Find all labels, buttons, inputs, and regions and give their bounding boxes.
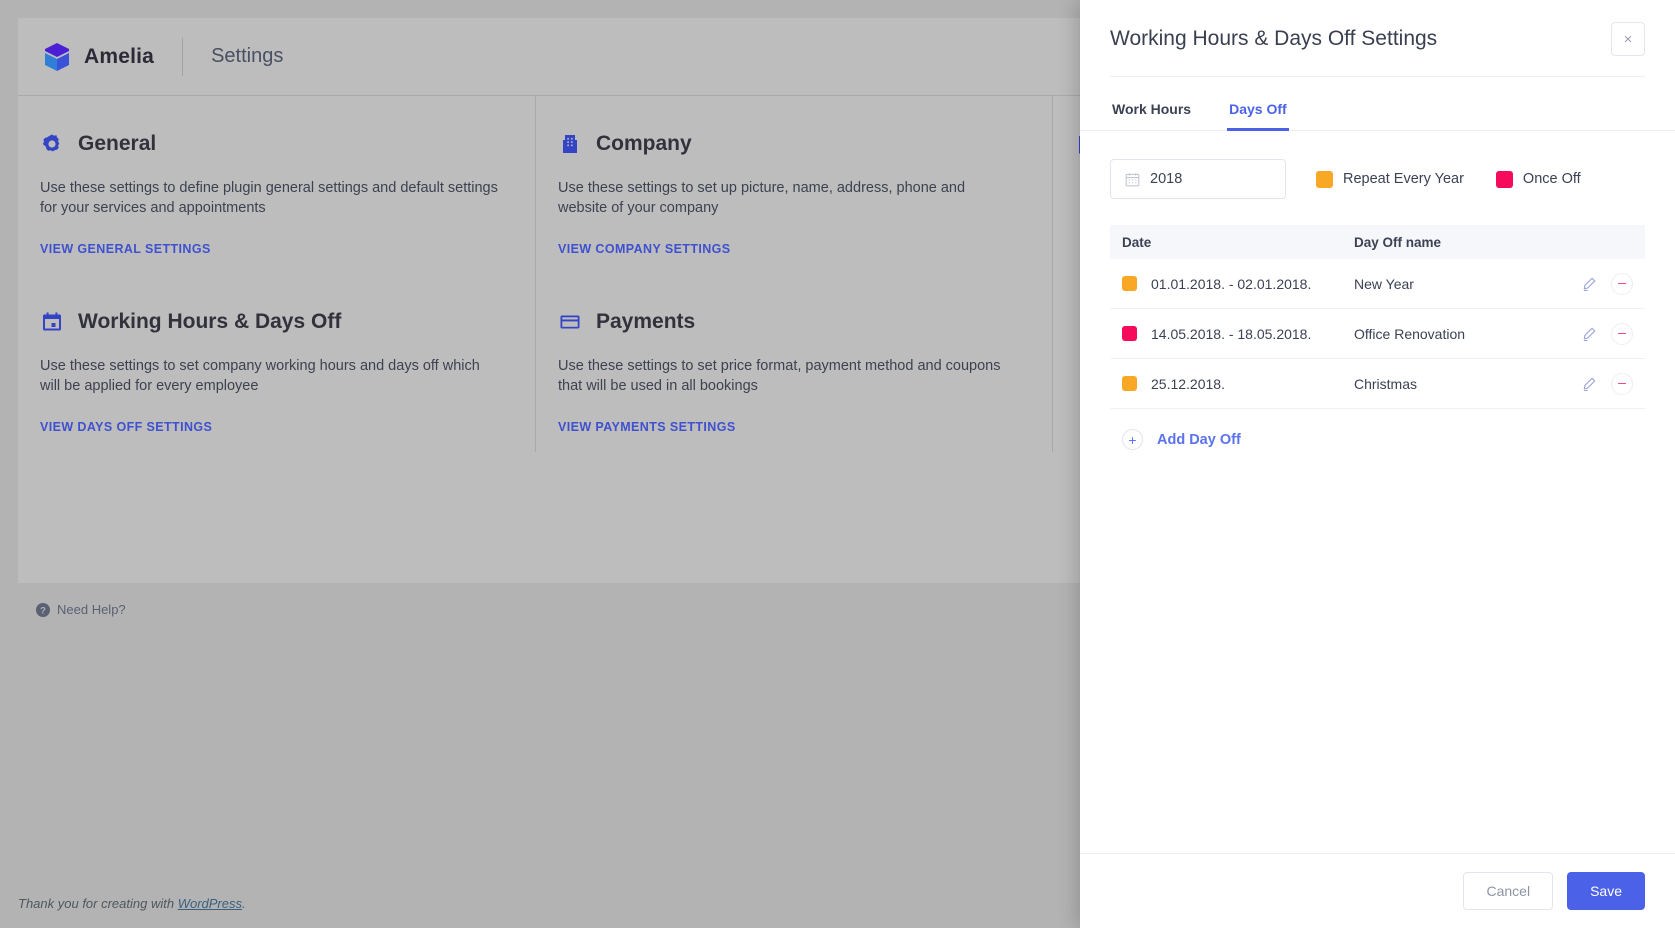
- panel-header-row: Working Hours & Days Off Settings ×: [1110, 22, 1645, 56]
- days-off-table: Date Day Off name 01.01.2018. - 02.01.20…: [1110, 225, 1645, 450]
- card-description: Use these settings to set up picture, na…: [558, 180, 966, 216]
- calendar-icon: [40, 310, 64, 334]
- edit-pencil-icon[interactable]: [1579, 374, 1599, 394]
- wordpress-link[interactable]: WordPress: [178, 896, 242, 911]
- settings-card-payments[interactable]: Payments Use these settings to set price…: [535, 274, 1052, 452]
- plus-icon: +: [1122, 429, 1143, 450]
- amelia-cube-icon: [42, 41, 72, 73]
- panel-header: Working Hours & Days Off Settings ×: [1080, 0, 1675, 77]
- legend-label-repeat: Repeat Every Year: [1343, 171, 1464, 187]
- panel-divider: [1110, 76, 1645, 77]
- tab-work-hours[interactable]: Work Hours: [1110, 87, 1193, 131]
- table-row[interactable]: 14.05.2018. - 18.05.2018. Office Renovat…: [1110, 309, 1645, 359]
- legend-swatch-once-off: [1495, 170, 1513, 188]
- cell-date: 25.12.2018.: [1122, 376, 1354, 392]
- gear-icon: [40, 132, 64, 156]
- year-value: 2018: [1150, 171, 1183, 187]
- column-header-day-off-name: Day Off name: [1354, 234, 1442, 250]
- save-button[interactable]: Save: [1567, 872, 1645, 910]
- card-title: Company: [596, 132, 692, 155]
- card-title: Payments: [596, 310, 696, 333]
- credit-prefix: Thank you for creating with: [18, 896, 178, 911]
- legend-label-once-off: Once Off: [1522, 171, 1581, 187]
- table-row[interactable]: 01.01.2018. - 02.01.2018. New Year: [1110, 259, 1645, 309]
- tab-days-off[interactable]: Days Off: [1227, 87, 1289, 131]
- day-off-color-swatch: [1122, 276, 1137, 291]
- column-header-date: Date: [1122, 234, 1152, 250]
- row-actions: [1579, 272, 1633, 295]
- card-description: Use these settings to define plugin gene…: [40, 180, 498, 216]
- date-text: 25.12.2018.: [1151, 375, 1225, 392]
- panel-footer: Cancel Save: [1080, 853, 1675, 928]
- view-company-settings-link[interactable]: VIEW COMPANY SETTINGS: [558, 242, 731, 256]
- row-actions: [1579, 372, 1633, 395]
- cancel-button[interactable]: Cancel: [1463, 872, 1554, 910]
- wordpress-credit: Thank you for creating with WordPress.: [18, 896, 246, 911]
- panel-title: Working Hours & Days Off Settings: [1110, 27, 1438, 50]
- need-help-label: Need Help?: [57, 602, 126, 617]
- card-header: Company: [558, 132, 1018, 156]
- edit-pencil-icon[interactable]: [1579, 274, 1599, 294]
- cell-date: 14.05.2018. - 18.05.2018.: [1122, 326, 1354, 342]
- brand-name: Amelia: [84, 44, 155, 68]
- settings-card-company[interactable]: Company Use these settings to set up pic…: [535, 96, 1052, 274]
- edit-pencil-icon[interactable]: [1579, 324, 1599, 344]
- calendar-icon: [1125, 172, 1140, 187]
- delete-minus-icon[interactable]: [1611, 372, 1633, 395]
- day-off-color-swatch: [1122, 326, 1137, 341]
- legend-once-off: Once Off: [1495, 170, 1581, 188]
- page-title: Settings: [211, 45, 284, 67]
- cell-date: 01.01.2018. - 02.01.2018.: [1122, 276, 1354, 292]
- card-title: General: [78, 132, 157, 155]
- card-description: Use these settings to set company workin…: [40, 358, 480, 394]
- card-header: General: [40, 132, 501, 156]
- need-help-link[interactable]: ? Need Help?: [36, 602, 126, 617]
- building-icon: [558, 132, 582, 156]
- cell-day-off-name: Office Renovation: [1354, 325, 1466, 342]
- panel-body: 2018 Repeat Every Year Once Off Date Day…: [1080, 131, 1675, 853]
- table-header: Date Day Off name: [1110, 225, 1645, 259]
- days-off-settings-panel: Working Hours & Days Off Settings × Work…: [1080, 0, 1675, 928]
- card-description: Use these settings to set price format, …: [558, 358, 1001, 394]
- row-actions: [1579, 322, 1633, 345]
- settings-card-working-hours[interactable]: Working Hours & Days Off Use these setti…: [18, 274, 535, 452]
- view-payments-settings-link[interactable]: VIEW PAYMENTS SETTINGS: [558, 420, 736, 434]
- delete-minus-icon[interactable]: [1611, 272, 1633, 295]
- delete-minus-icon[interactable]: [1611, 322, 1633, 345]
- controls-row: 2018 Repeat Every Year Once Off: [1110, 159, 1645, 199]
- view-general-settings-link[interactable]: VIEW GENERAL SETTINGS: [40, 242, 211, 256]
- legend-repeat-every-year: Repeat Every Year: [1316, 170, 1464, 188]
- brand-logo[interactable]: Amelia: [42, 41, 154, 73]
- add-day-off-label: Add Day Off: [1157, 431, 1241, 448]
- credit-card-icon: [558, 310, 582, 334]
- credit-suffix: .: [242, 896, 246, 911]
- legend-swatch-repeat: [1316, 170, 1333, 188]
- header-divider: [182, 37, 184, 76]
- close-icon[interactable]: ×: [1611, 22, 1645, 56]
- day-off-color-swatch: [1122, 376, 1137, 391]
- add-day-off-button[interactable]: + Add Day Off: [1110, 429, 1645, 450]
- settings-card-general[interactable]: General Use these settings to define plu…: [18, 96, 535, 274]
- table-row[interactable]: 25.12.2018. Christmas: [1110, 359, 1645, 409]
- date-text: 01.01.2018. - 02.01.2018.: [1151, 275, 1312, 292]
- panel-tabs: Work Hours Days Off: [1080, 87, 1675, 131]
- year-input[interactable]: 2018: [1110, 159, 1286, 199]
- card-header: Payments: [558, 310, 1018, 334]
- svg-text:?: ?: [40, 605, 46, 616]
- view-days-off-settings-link[interactable]: VIEW DAYS OFF SETTINGS: [40, 420, 212, 434]
- date-text: 14.05.2018. - 18.05.2018.: [1151, 325, 1312, 342]
- cell-day-off-name: Christmas: [1354, 375, 1418, 392]
- cell-day-off-name: New Year: [1354, 275, 1414, 292]
- card-header: Working Hours & Days Off: [40, 310, 501, 334]
- card-title: Working Hours & Days Off: [78, 310, 342, 333]
- question-mark-icon: ?: [36, 602, 50, 617]
